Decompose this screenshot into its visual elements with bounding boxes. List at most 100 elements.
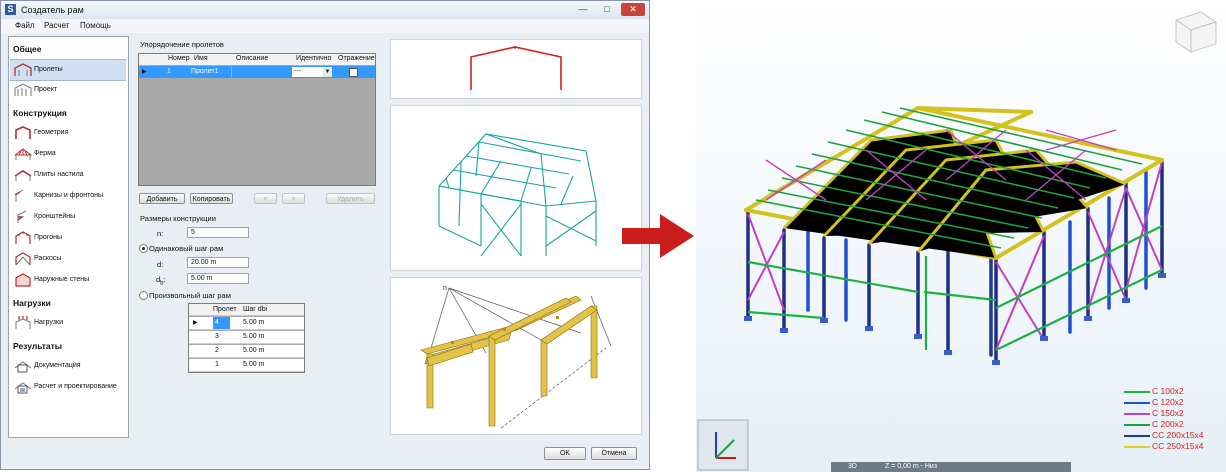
table-row[interactable]: 2 5.00 m bbox=[189, 345, 304, 358]
legend-swatch bbox=[1124, 424, 1150, 426]
view-mode-status[interactable]: 3D bbox=[848, 463, 857, 470]
sidebar-item-documentation[interactable]: Документация bbox=[10, 356, 126, 376]
row-step[interactable]: 5.00 m bbox=[243, 317, 264, 329]
dimensions-group-title: Размеры конструкции bbox=[140, 214, 216, 223]
table-row[interactable]: ▶ 1 Пролет1 --- ▼ bbox=[139, 66, 375, 78]
sidebar-item-label: Наружные стены bbox=[34, 276, 90, 283]
legend-label: С 150x2 bbox=[1152, 408, 1184, 418]
copy-button[interactable]: Копировать bbox=[190, 193, 233, 204]
sidebar-item-label: Раскосы bbox=[34, 255, 62, 262]
prev-button[interactable]: < bbox=[254, 193, 277, 204]
transition-arrow-icon bbox=[622, 214, 694, 258]
menu-help[interactable]: Помощь bbox=[80, 21, 111, 30]
view-cube-icon[interactable] bbox=[1175, 11, 1217, 53]
purlins-icon bbox=[15, 231, 31, 244]
row-description[interactable] bbox=[231, 67, 292, 77]
title-bar: S Создатель рам — □ ✕ bbox=[1, 1, 649, 19]
app-icon: S bbox=[5, 4, 16, 15]
equal-step-label: Одинаковый шаг рам bbox=[149, 244, 224, 253]
equal-step-radio[interactable] bbox=[139, 244, 148, 253]
next-button[interactable]: > bbox=[282, 193, 305, 204]
close-icon[interactable]: ✕ bbox=[621, 3, 645, 16]
db-input[interactable]: 5.00 m bbox=[187, 273, 249, 284]
spans-table: Номер Имя Описание Идентично Отражение ▶… bbox=[138, 53, 376, 186]
geometry-icon bbox=[15, 126, 31, 139]
sidebar-item-geometry[interactable]: Геометрия bbox=[10, 123, 126, 143]
db-label: db: bbox=[156, 275, 166, 287]
section-results: Результаты bbox=[13, 341, 63, 351]
db-label-sub: b bbox=[160, 280, 164, 287]
sidebar-item-deck-plates[interactable]: Плиты настила bbox=[10, 165, 126, 185]
n-input[interactable]: 5 bbox=[187, 227, 249, 238]
sidebar-item-label: Документация bbox=[34, 362, 81, 369]
step-table-header: Пролет Шаг dbi bbox=[189, 304, 304, 316]
row-step[interactable]: 5.00 m bbox=[243, 345, 264, 357]
arbitrary-step-radio[interactable] bbox=[139, 291, 148, 300]
sidebar-item-eaves-gables[interactable]: Карнизы и фронтоны bbox=[10, 186, 126, 206]
menu-calculation[interactable]: Расчет bbox=[44, 21, 69, 30]
section-general: Общее bbox=[13, 44, 42, 54]
sidebar-item-loads[interactable]: Нагрузки bbox=[10, 313, 126, 333]
menu-file[interactable]: Файл bbox=[15, 21, 35, 30]
ok-button[interactable]: OK bbox=[544, 447, 586, 460]
sidebar-item-spans[interactable]: Пролеты bbox=[10, 59, 126, 81]
frame-profile-drawing bbox=[470, 46, 562, 90]
frame-3d-preview bbox=[390, 105, 642, 271]
col-step: Шаг dbi bbox=[243, 306, 268, 313]
row-span: 4 bbox=[213, 317, 230, 329]
legend-label: С 100x2 bbox=[1152, 386, 1184, 396]
sidebar-item-purlins[interactable]: Прогоны bbox=[10, 228, 126, 248]
sidebar-item-brackets[interactable]: Кронштейны bbox=[10, 207, 126, 227]
row-name: Пролет1 bbox=[191, 68, 219, 75]
chevron-down-icon[interactable]: ▼ bbox=[323, 67, 332, 77]
table-row[interactable]: 3 5.00 m bbox=[189, 331, 304, 344]
maximize-icon[interactable]: □ bbox=[597, 3, 617, 16]
exterior-walls-icon bbox=[15, 273, 31, 287]
sidebar-item-label: Нагрузки bbox=[34, 319, 63, 326]
table-row[interactable]: ▶ 4 5.00 m bbox=[189, 317, 304, 330]
spans-table-header: Номер Имя Описание Идентично Отражение bbox=[139, 54, 375, 65]
mirror-checkbox[interactable] bbox=[349, 68, 358, 77]
spans-group-title: Упорядочение пролетов bbox=[140, 40, 224, 49]
legend-label: СС 200x15x4 bbox=[1152, 430, 1204, 440]
row-span: 2 bbox=[215, 347, 219, 354]
legend-label: СС 250x15x4 bbox=[1152, 441, 1204, 451]
d-input[interactable]: 20.00 m bbox=[187, 257, 249, 268]
add-button[interactable]: Добавить bbox=[139, 193, 185, 204]
minimize-icon[interactable]: — bbox=[573, 3, 593, 16]
sidebar-item-calc-design[interactable]: Расчет и проектирование bbox=[10, 377, 126, 397]
eaves-gables-icon bbox=[14, 189, 24, 202]
frame-profile-preview bbox=[390, 39, 642, 99]
calc-design-icon bbox=[14, 382, 32, 394]
sidebar-item-label: Плиты настила bbox=[34, 171, 84, 178]
row-step[interactable]: 5.00 m bbox=[243, 331, 264, 343]
sidebar-item-label: Кронштейны bbox=[34, 213, 76, 220]
truss-icon bbox=[14, 148, 32, 160]
col-span: Пролет bbox=[213, 306, 237, 313]
legend-label: С 200x2 bbox=[1152, 419, 1184, 429]
sidebar-item-label: Прогоны bbox=[34, 234, 63, 241]
row-step[interactable]: 5.00 m bbox=[243, 359, 264, 371]
sidebar-item-project[interactable]: Проект bbox=[10, 80, 126, 100]
row-number: 1 bbox=[167, 68, 171, 75]
frame-3d-drawing bbox=[438, 133, 597, 257]
legend-label: С 120x2 bbox=[1152, 397, 1184, 407]
delete-button[interactable]: Удалить bbox=[326, 193, 375, 204]
cancel-button[interactable]: Отмена bbox=[591, 447, 637, 460]
table-row[interactable]: 1 5.00 m bbox=[189, 359, 304, 372]
sidebar-item-label: Ферма bbox=[34, 150, 56, 157]
spans-icon bbox=[14, 63, 32, 76]
col-name: Имя bbox=[194, 55, 208, 62]
sidebar-item-label: Карнизы и фронтоны bbox=[34, 192, 104, 199]
sidebar-item-bracing[interactable]: Раскосы bbox=[10, 249, 126, 269]
n-annotation: n bbox=[443, 285, 447, 292]
project-icon bbox=[14, 83, 32, 96]
z-level-status[interactable]: Z = 0,00 m - Низ bbox=[885, 463, 937, 470]
sidebar-item-truss[interactable]: Ферма bbox=[10, 144, 126, 164]
sidebar-item-label: Пролеты bbox=[34, 66, 63, 73]
d-label: d: bbox=[157, 260, 164, 269]
sidebar-item-exterior-walls[interactable]: Наружные стены bbox=[10, 270, 126, 290]
sidebar-item-label: Расчет и проектирование bbox=[34, 383, 117, 390]
row-pointer-icon: ▶ bbox=[142, 69, 147, 75]
axis-gizmo-icon bbox=[697, 419, 749, 471]
